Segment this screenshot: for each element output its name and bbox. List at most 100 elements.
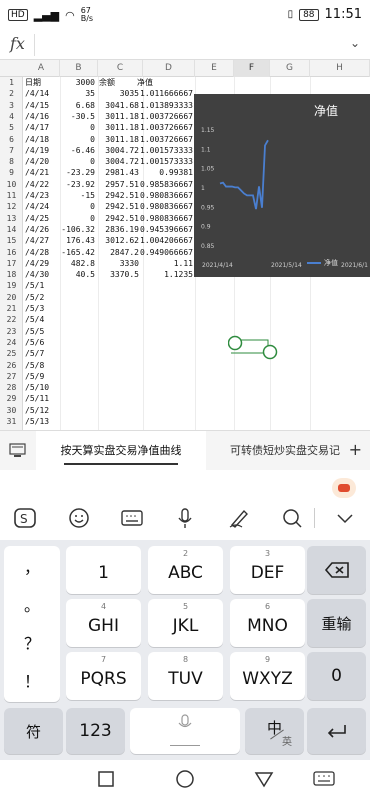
table-cell[interactable]	[99, 292, 139, 303]
row-header[interactable]: 2	[0, 88, 23, 99]
table-cell[interactable]: 176.43	[61, 235, 95, 246]
table-cell[interactable]: 1.003726667	[137, 111, 193, 122]
table-cell[interactable]: 35	[61, 88, 95, 99]
table-cell[interactable]: 2836.19	[99, 224, 139, 235]
table-cell[interactable]: /5/2	[25, 292, 59, 303]
keyboard-icon[interactable]	[119, 506, 145, 530]
table-cell[interactable]: 0	[61, 156, 95, 167]
table-cell[interactable]: /4/18	[25, 134, 59, 145]
shape-handle-end[interactable]	[262, 344, 278, 360]
table-cell[interactable]: 0.949066667	[137, 247, 193, 258]
row-header[interactable]: 17	[0, 258, 23, 269]
row-header[interactable]: 4	[0, 111, 23, 122]
table-cell[interactable]: /4/21	[25, 167, 59, 178]
table-cell[interactable]	[137, 303, 193, 314]
table-cell[interactable]	[137, 371, 193, 382]
table-cell[interactable]	[99, 371, 139, 382]
table-cell[interactable]: 3041.68	[99, 100, 139, 111]
t9-key-6[interactable]: 6 MNO	[230, 599, 305, 647]
table-cell[interactable]: /5/5	[25, 326, 59, 337]
enter-key[interactable]	[307, 708, 366, 754]
t9-key-3[interactable]: 3 DEF	[230, 546, 305, 594]
row-header[interactable]: 3	[0, 100, 23, 111]
spreadsheet-grid[interactable]: ABCDEFGH 1 2 3 4 5 6 7 8 9 10 11 12 13 14 15 16 17 18 19 20…	[0, 60, 370, 430]
table-cell[interactable]	[137, 326, 193, 337]
tab-active-sheet[interactable]: 按天算实盘交易净值曲线	[36, 431, 206, 471]
table-cell[interactable]	[99, 348, 139, 359]
table-cell[interactable]	[137, 416, 193, 427]
row-header[interactable]: 9	[0, 167, 23, 178]
row-header[interactable]: 30	[0, 405, 23, 416]
row-header[interactable]: 31	[0, 416, 23, 427]
table-cell[interactable]: /5/11	[25, 393, 59, 404]
row-header[interactable]: 8	[0, 156, 23, 167]
punct-period-key[interactable]: 。	[4, 592, 60, 616]
table-cell[interactable]: 2942.51	[99, 190, 139, 201]
row-header[interactable]: 16	[0, 247, 23, 258]
table-cell[interactable]: 净值	[137, 77, 193, 88]
table-cell[interactable]	[61, 405, 95, 416]
table-cell[interactable]	[61, 348, 95, 359]
table-cell[interactable]: 3011.18	[99, 134, 139, 145]
handwriting-icon[interactable]	[226, 506, 252, 530]
shape-handle-start[interactable]	[228, 335, 243, 351]
table-cell[interactable]: /4/19	[25, 145, 59, 156]
column-header-a[interactable]: A	[23, 60, 60, 77]
row-header[interactable]: 6	[0, 134, 23, 145]
row-header[interactable]: 14	[0, 224, 23, 235]
table-cell[interactable]: /4/20	[25, 156, 59, 167]
table-cell[interactable]	[99, 337, 139, 348]
table-cell[interactable]: 3000	[61, 77, 95, 88]
ime-skin-icon[interactable]	[332, 478, 356, 498]
table-cell[interactable]: 1.1235	[137, 269, 193, 280]
row-header[interactable]: 7	[0, 145, 23, 156]
row-header[interactable]: 15	[0, 235, 23, 246]
table-cell[interactable]: 1.013893333	[137, 100, 193, 111]
table-cell[interactable]: -30.5	[61, 111, 95, 122]
t9-key-4[interactable]: 4 GHI	[66, 599, 141, 647]
table-cell[interactable]: /5/3	[25, 303, 59, 314]
table-cell[interactable]: /4/27	[25, 235, 59, 246]
t9-key-5[interactable]: 5 JKL	[148, 599, 223, 647]
table-cell[interactable]: /5/9	[25, 371, 59, 382]
row-header[interactable]: 10	[0, 179, 23, 190]
table-cell[interactable]	[61, 280, 95, 291]
table-cell[interactable]	[99, 382, 139, 393]
table-cell[interactable]: /4/25	[25, 213, 59, 224]
table-cell[interactable]: 日期	[25, 77, 59, 88]
table-cell[interactable]: 0.980836667	[137, 213, 193, 224]
row-header[interactable]: 1	[0, 77, 23, 88]
row-header[interactable]: 29	[0, 393, 23, 404]
table-cell[interactable]: /4/23	[25, 190, 59, 201]
row-header[interactable]: 19	[0, 280, 23, 291]
table-cell[interactable]	[99, 314, 139, 325]
table-cell[interactable]: /5/12	[25, 405, 59, 416]
table-cell[interactable]	[61, 326, 95, 337]
table-cell[interactable]: 0.985836667	[137, 179, 193, 190]
table-cell[interactable]	[137, 360, 193, 371]
table-cell[interactable]: /5/6	[25, 337, 59, 348]
table-cell[interactable]	[99, 416, 139, 427]
table-cell[interactable]: -23.29	[61, 167, 95, 178]
row-header[interactable]: 25	[0, 348, 23, 359]
table-cell[interactable]: 2981.43	[99, 167, 139, 178]
table-cell[interactable]	[137, 405, 193, 416]
table-cell[interactable]	[137, 314, 193, 325]
table-cell[interactable]: 1.011666667	[137, 88, 193, 99]
table-cell[interactable]: 3011.18	[99, 122, 139, 133]
row-header[interactable]: 22	[0, 314, 23, 325]
row-header[interactable]: 12	[0, 201, 23, 212]
row-header[interactable]: 24	[0, 337, 23, 348]
tab-other-sheet[interactable]: 可转债短炒实盘交易记	[230, 431, 340, 471]
symbols-key[interactable]: 符	[4, 708, 63, 754]
table-cell[interactable]: /4/29	[25, 258, 59, 269]
zero-key[interactable]: 0	[307, 652, 366, 700]
table-cell[interactable]	[99, 280, 139, 291]
table-cell[interactable]	[61, 393, 95, 404]
table-cell[interactable]: 3004.72	[99, 145, 139, 156]
row-header[interactable]: 21	[0, 303, 23, 314]
space-key[interactable]	[130, 708, 240, 754]
table-cell[interactable]: 0	[61, 213, 95, 224]
table-cell[interactable]	[99, 393, 139, 404]
table-cell[interactable]	[137, 337, 193, 348]
